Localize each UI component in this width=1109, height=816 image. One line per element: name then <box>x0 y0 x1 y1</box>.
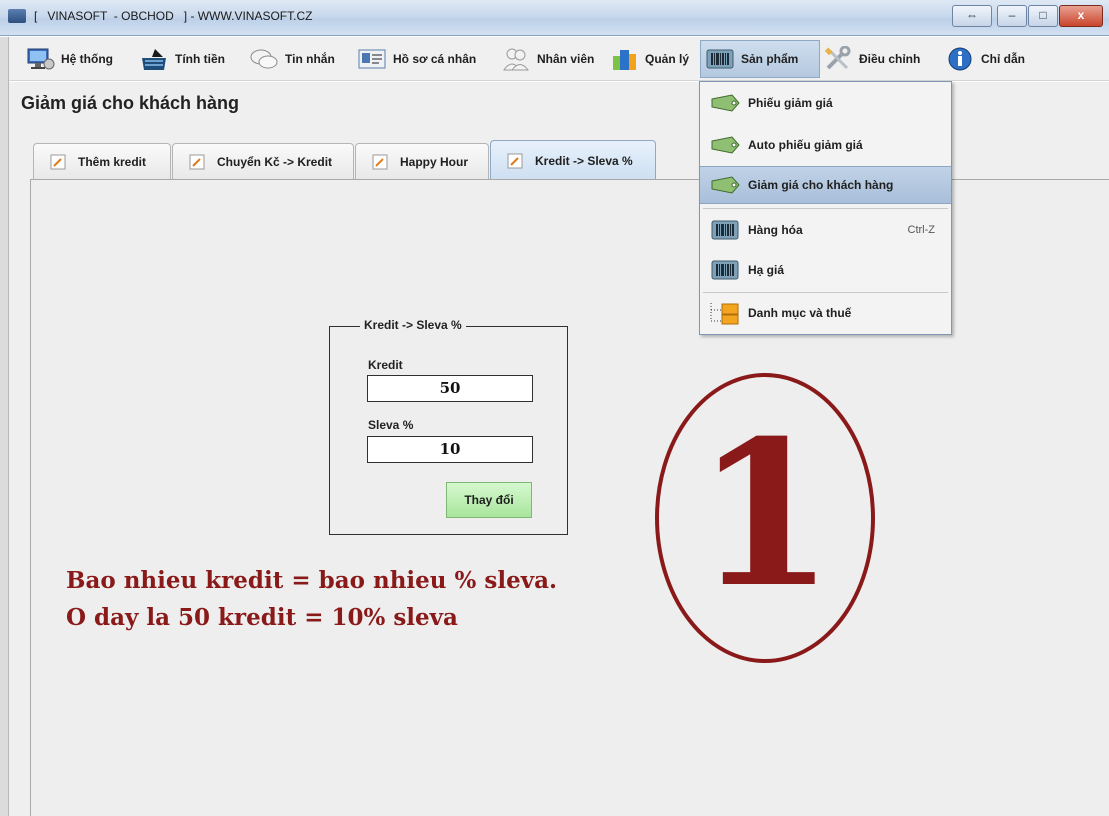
dropdown-item-phieu-giam-gia[interactable]: Phiếu giảm giá <box>700 84 951 122</box>
cash-register-icon <box>139 45 169 73</box>
menu-label: Sản phẩm <box>741 52 799 66</box>
dropdown-label: Phiếu giảm giá <box>748 96 833 110</box>
menu-tinh-tien[interactable]: Tính tiền <box>135 40 245 78</box>
tab-label: Chuyển Kč -> Kredit <box>217 155 333 169</box>
people-icon <box>501 45 531 73</box>
menu-san-pham[interactable]: Sản phẩm <box>700 40 820 78</box>
menu-label: Nhân viên <box>537 52 595 66</box>
dropdown-label: Danh mục và thuế <box>748 306 852 320</box>
app-icon <box>8 9 26 23</box>
dropdown-label: Hạ giá <box>748 263 785 277</box>
menu-bar: Hệ thống Tính tiền Tin nhắn Hồ sơ cá nhâ… <box>9 37 1109 81</box>
menu-label: Tin nhắn <box>285 52 335 66</box>
dropdown-item-giam-gia-khach-hang[interactable]: Giảm giá cho khách hàng <box>700 166 951 204</box>
menu-chi-dan[interactable]: Chỉ dẫn <box>941 40 1041 78</box>
page-title: Giảm giá cho khách hàng <box>21 93 240 113</box>
tab-label: Happy Hour <box>400 155 469 169</box>
buildings-icon <box>609 45 639 73</box>
close-button[interactable]: x <box>1059 5 1103 27</box>
discount-tag-icon <box>711 176 740 194</box>
maximize-button[interactable]: □ <box>1028 5 1058 27</box>
dropdown-item-hang-hoa[interactable]: Hàng hóa Ctrl-Z <box>700 211 951 249</box>
edit-icon <box>50 154 66 170</box>
tab-them-kredit[interactable]: Thêm kredit <box>33 143 171 180</box>
tab-chuyen-kc-kredit[interactable]: Chuyển Kč -> Kredit <box>172 143 354 180</box>
chat-bubbles-icon <box>249 45 279 73</box>
edit-icon <box>189 154 205 170</box>
dropdown-label: Auto phiếu giảm giá <box>748 138 863 152</box>
shortcut-hint: Ctrl-Z <box>907 224 936 236</box>
id-card-icon <box>357 45 387 73</box>
menu-ho-so-ca-nhan[interactable]: Hồ sơ cá nhân <box>353 40 495 78</box>
annotation-line-1: Bao nhieu kredit = bao nhieu % sleva. <box>66 567 557 594</box>
barcode-icon <box>711 260 739 280</box>
menu-nhan-vien[interactable]: Nhân viên <box>497 40 605 78</box>
menu-label: Điều chỉnh <box>859 52 921 66</box>
edit-icon <box>372 154 388 170</box>
menu-he-thong[interactable]: Hệ thống <box>21 40 133 78</box>
dropdown-label: Hàng hóa <box>748 223 803 237</box>
barcode-icon <box>711 220 739 240</box>
dropdown-item-auto-phieu-giam-gia[interactable]: Auto phiếu giảm giá <box>700 126 951 164</box>
tools-icon <box>823 45 853 73</box>
menu-quan-ly[interactable]: Quản lý <box>605 40 703 78</box>
minimize-button[interactable]: – <box>997 5 1027 27</box>
step-number-circle: 1 <box>655 373 875 663</box>
edit-icon <box>507 153 523 168</box>
tab-happy-hour[interactable]: Happy Hour <box>355 143 489 180</box>
menu-label: Quản lý <box>645 52 690 66</box>
window-title: [ VINASOFT - OBCHOD ] - WWW.VINASOFT.CZ <box>34 9 313 23</box>
thay-doi-button[interactable]: Thay đổi <box>446 482 532 518</box>
step-number: 1 <box>695 397 834 632</box>
title-bar: [ VINASOFT - OBCHOD ] - WWW.VINASOFT.CZ … <box>0 0 1109 36</box>
dropdown-item-ha-gia[interactable]: Hạ giá <box>700 251 951 289</box>
tab-kredit-sleva[interactable]: Kredit -> Sleva % <box>490 140 656 180</box>
menu-label: Tính tiền <box>175 52 225 66</box>
menu-tin-nhan[interactable]: Tin nhắn <box>245 40 353 78</box>
dropdown-item-danh-muc-thue[interactable]: Danh mục và thuế <box>700 294 951 332</box>
menu-label: Hồ sơ cá nhân <box>393 52 477 66</box>
dropdown-separator <box>703 208 948 209</box>
groupbox-title: Kredit -> Sleva % <box>360 318 466 332</box>
computer-icon <box>25 45 55 73</box>
kredit-label: Kredit <box>368 358 403 372</box>
restore-window-button[interactable]: ⇔ <box>952 5 992 27</box>
sleva-field[interactable]: 10 <box>367 436 533 463</box>
san-pham-dropdown: Phiếu giảm giá Auto phiếu giảm giá Giảm … <box>699 81 952 335</box>
kredit-field[interactable]: 50 <box>367 375 533 402</box>
discount-tag-icon <box>711 94 740 112</box>
tab-label: Thêm kredit <box>78 155 147 169</box>
tab-label: Kredit -> Sleva % <box>535 153 633 168</box>
menu-label: Hệ thống <box>61 52 113 66</box>
menu-dieu-chinh[interactable]: Điều chỉnh <box>819 40 943 78</box>
annotation-line-2: O day la 50 kredit = 10% sleva <box>66 604 458 631</box>
dropdown-separator <box>703 292 948 293</box>
window-left-border <box>0 37 9 816</box>
folder-tree-icon <box>710 303 739 325</box>
menu-label: Chỉ dẫn <box>981 52 1025 66</box>
info-icon <box>945 45 975 73</box>
sleva-label: Sleva % <box>368 418 414 432</box>
barcode-icon <box>705 45 735 73</box>
discount-tag-icon <box>711 136 740 154</box>
dropdown-label: Giảm giá cho khách hàng <box>748 178 894 192</box>
